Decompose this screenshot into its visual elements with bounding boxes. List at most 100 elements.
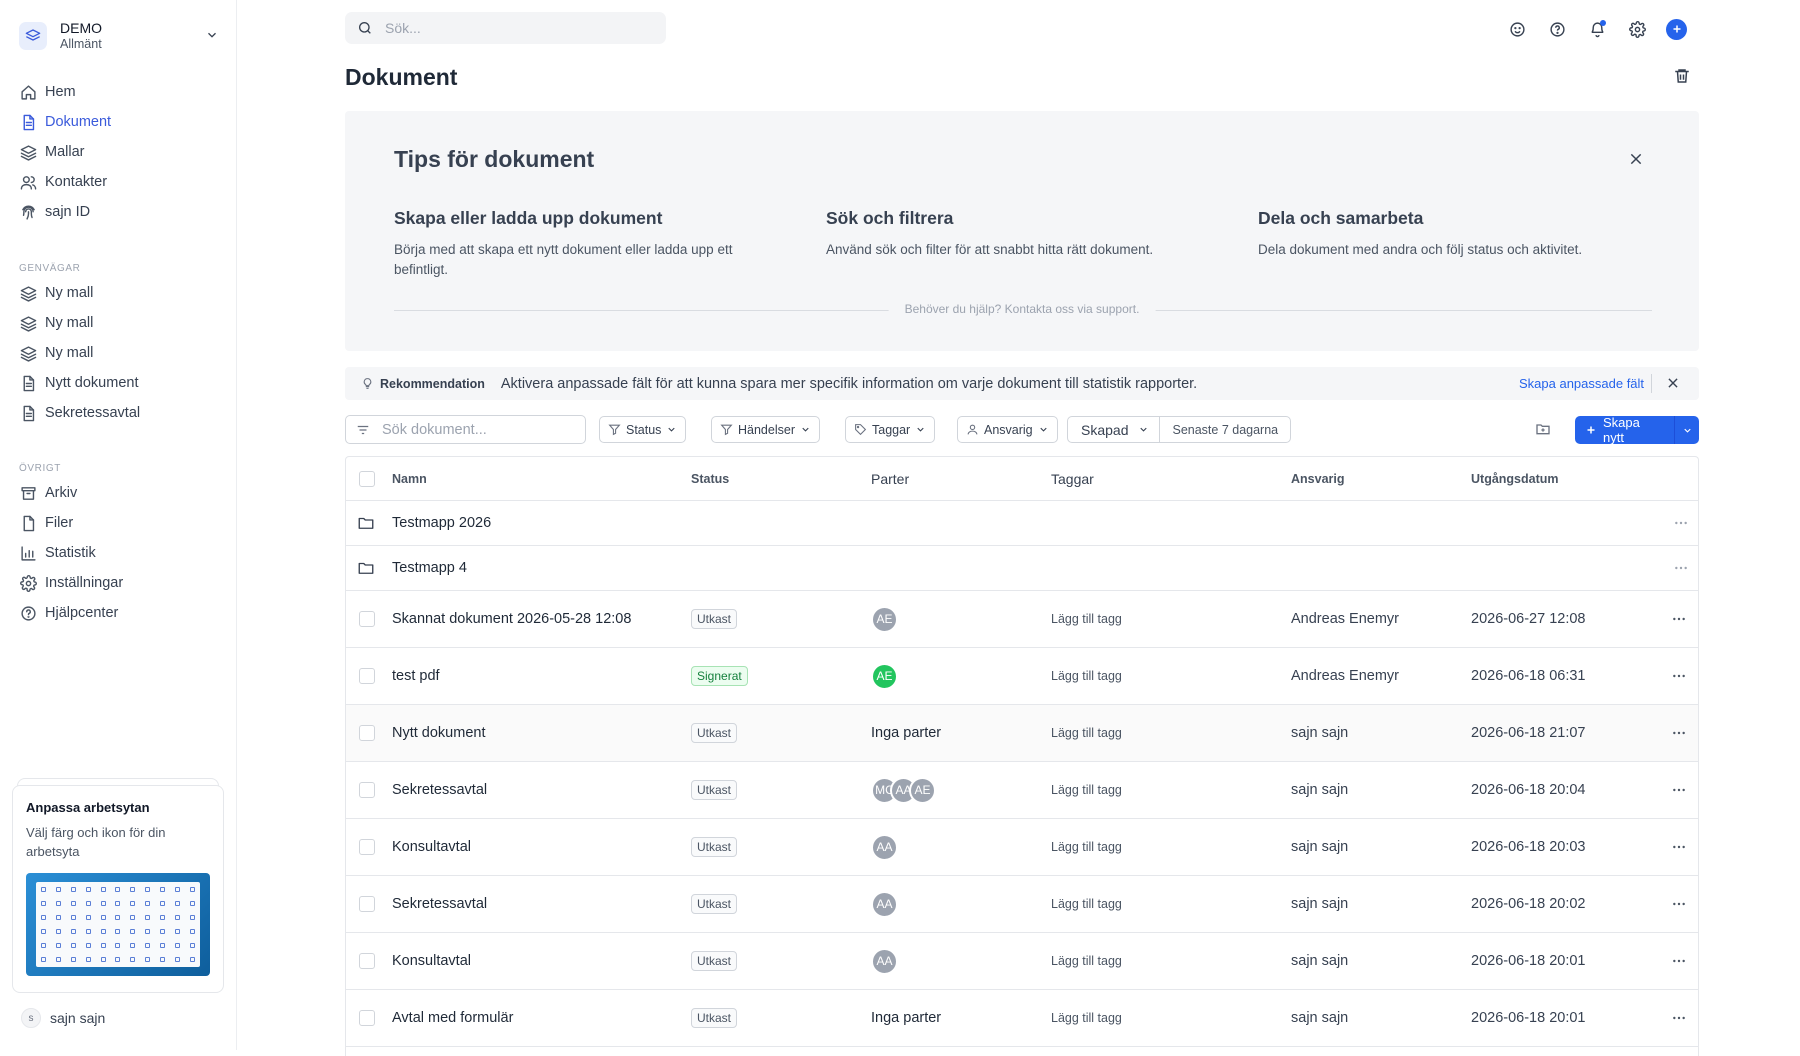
close-icon[interactable] xyxy=(1666,376,1680,390)
table-row[interactable]: test pdf Signerat AE Lägg till tagg Andreas … xyxy=(346,648,1698,705)
nav-item-ny-mall[interactable]: Ny mall xyxy=(19,338,219,368)
row-checkbox[interactable] xyxy=(359,1010,375,1026)
customize-workspace-card[interactable]: Anpassa arbetsytan Välj färg och ikon fö… xyxy=(12,785,224,993)
nav-label: Filer xyxy=(45,515,74,531)
row-checkbox[interactable] xyxy=(359,725,375,741)
table-cell: Lägg till tagg xyxy=(1051,933,1122,989)
more-icon[interactable] xyxy=(1671,1010,1687,1026)
nav-item-ny-mall[interactable]: Ny mall xyxy=(19,308,219,338)
add-tag-link[interactable]: Lägg till tagg xyxy=(1051,669,1122,683)
nav-item-nytt-dokument[interactable]: Nytt dokument xyxy=(19,368,219,398)
feedback-smile-icon[interactable] xyxy=(1506,18,1528,40)
add-tag-link[interactable]: Lägg till tagg xyxy=(1051,783,1122,797)
filter-owner-button[interactable]: Ansvarig xyxy=(957,416,1058,443)
table-row[interactable]: Konsultavtal Utkast AA Lägg till tagg sajn s… xyxy=(346,819,1698,876)
nav-item-kontakter[interactable]: Kontakter xyxy=(19,167,219,197)
grid-cell-icon xyxy=(145,886,151,892)
more-icon[interactable] xyxy=(1671,668,1687,684)
workspace-switcher[interactable]: DEMO Allmänt xyxy=(19,15,219,57)
row-checkbox[interactable] xyxy=(359,668,375,684)
table-row[interactable]: Sekretessavtal Utkast MC AA AE Lägg till tagg… xyxy=(346,762,1698,819)
row-checkbox[interactable] xyxy=(359,839,375,855)
more-icon[interactable] xyxy=(1673,560,1689,576)
more-icon[interactable] xyxy=(1671,953,1687,969)
more-icon[interactable] xyxy=(1671,896,1687,912)
nav-item-hjälpcenter[interactable]: Hjälpcenter xyxy=(19,598,219,628)
create-new-main[interactable]: Skapa nytt xyxy=(1575,416,1676,444)
new-folder-icon[interactable] xyxy=(1535,421,1551,437)
folder-row[interactable]: Testmapp 4 xyxy=(346,546,1698,591)
more-icon[interactable] xyxy=(1673,515,1689,531)
created-range-button[interactable]: Senaste 7 dagarna xyxy=(1160,417,1290,442)
row-checkbox[interactable] xyxy=(359,611,375,627)
folder-row[interactable]: Testmapp 2026 xyxy=(346,501,1698,546)
nav-item-sekretessavtal[interactable]: Sekretessavtal xyxy=(19,398,219,428)
user-menu[interactable]: s sajn sajn xyxy=(21,1008,105,1028)
add-tag-link[interactable]: Lägg till tagg xyxy=(1051,840,1122,854)
more-icon[interactable] xyxy=(1671,611,1687,627)
create-new-button[interactable]: Skapa nytt xyxy=(1575,416,1699,444)
nav-item-mallar[interactable]: Mallar xyxy=(19,137,219,167)
create-plus-icon[interactable] xyxy=(1666,18,1687,40)
search-input[interactable]: Sök... xyxy=(345,12,666,44)
more-icon[interactable] xyxy=(1671,782,1687,798)
col-parties[interactable]: Parter xyxy=(871,457,909,500)
nav-item-hem[interactable]: Hem xyxy=(19,77,219,107)
filter-events-button[interactable]: Händelser xyxy=(711,416,820,443)
col-owner[interactable]: Ansvarig xyxy=(1291,457,1345,500)
row-checkbox[interactable] xyxy=(359,782,375,798)
table-row[interactable]: Konsultavtal Utkast AA Lägg till tagg sajn s… xyxy=(346,933,1698,990)
document-name[interactable]: Sekretessavtal xyxy=(392,896,487,912)
document-name[interactable]: Avtal med formulär xyxy=(392,1010,513,1026)
nav-item-statistik[interactable]: Statistik xyxy=(19,538,219,568)
add-tag-link[interactable]: Lägg till tagg xyxy=(1051,726,1122,740)
filter-status-button[interactable]: Status xyxy=(599,416,687,443)
created-select[interactable]: Skapad xyxy=(1068,417,1161,442)
document-name[interactable]: Sekretessavtal xyxy=(392,782,487,798)
grid-cell-icon xyxy=(55,900,61,906)
table-row[interactable]: Avtal med formulär Utkast Inga parter Lägg … xyxy=(346,990,1698,1047)
nav-item-inställningar[interactable]: Inställningar xyxy=(19,568,219,598)
add-tag-link[interactable]: Lägg till tagg xyxy=(1051,897,1122,911)
create-new-dropdown[interactable] xyxy=(1675,416,1699,444)
grid-cell-icon xyxy=(160,900,166,906)
table-cell: Utkast xyxy=(691,591,738,647)
gear-icon[interactable] xyxy=(1626,18,1648,40)
nav-item-sajn-id[interactable]: sajn ID xyxy=(19,197,219,227)
select-all-checkbox[interactable] xyxy=(359,470,375,487)
table-row[interactable]: Nytt dokument Utkast Inga parter Lägg till … xyxy=(346,705,1698,762)
document-name[interactable]: Skannat dokument 2026-05-28 12:08 xyxy=(392,611,631,627)
document-name[interactable]: Nytt dokument xyxy=(392,725,486,741)
nav-label: Sekretessavtal xyxy=(45,405,141,421)
more-icon[interactable] xyxy=(1671,839,1687,855)
document-name[interactable]: Konsultavtal xyxy=(392,953,471,969)
trash-icon[interactable] xyxy=(1673,67,1691,85)
col-status[interactable]: Status xyxy=(691,457,729,500)
table-row[interactable]: Sekretessavtal Utkast AA Lägg till tagg sajn… xyxy=(346,876,1698,933)
nav-item-dokument[interactable]: Dokument xyxy=(19,107,219,137)
close-icon[interactable] xyxy=(1628,151,1644,167)
nav-item-filer[interactable]: Filer xyxy=(19,508,219,538)
create-custom-fields-link[interactable]: Skapa anpassade fält xyxy=(1519,376,1644,391)
nav-item-arkiv[interactable]: Arkiv xyxy=(19,478,219,508)
document-name[interactable]: Konsultavtal xyxy=(392,839,471,855)
col-name[interactable]: Namn xyxy=(392,457,427,500)
table-row[interactable]: Skannat dokument 2026-05-28 12:08 Utkast A… xyxy=(346,591,1698,648)
document-search-input[interactable]: Sök dokument... xyxy=(345,415,586,444)
help-icon[interactable] xyxy=(1546,18,1568,40)
add-tag-link[interactable]: Lägg till tagg xyxy=(1051,1011,1122,1025)
more-icon[interactable] xyxy=(1671,725,1687,741)
table-cell: Utkast xyxy=(691,876,738,932)
col-tags[interactable]: Taggar xyxy=(1051,457,1094,500)
nav-item-ny-mall[interactable]: Ny mall xyxy=(19,278,219,308)
add-tag-link[interactable]: Lägg till tagg xyxy=(1051,612,1122,626)
notification-bell-icon[interactable] xyxy=(1586,18,1608,40)
row-checkbox[interactable] xyxy=(359,953,375,969)
support-link[interactable]: Behöver du hjälp? Kontakta oss via suppo… xyxy=(888,302,1156,316)
col-expiry[interactable]: Utgångsdatum xyxy=(1471,457,1559,500)
document-name[interactable]: test pdf xyxy=(392,668,440,684)
add-tag-link[interactable]: Lägg till tagg xyxy=(1051,954,1122,968)
filter-tags-button[interactable]: Taggar xyxy=(845,416,936,443)
nav-label: Ny mall xyxy=(45,345,94,361)
row-checkbox[interactable] xyxy=(359,896,375,912)
